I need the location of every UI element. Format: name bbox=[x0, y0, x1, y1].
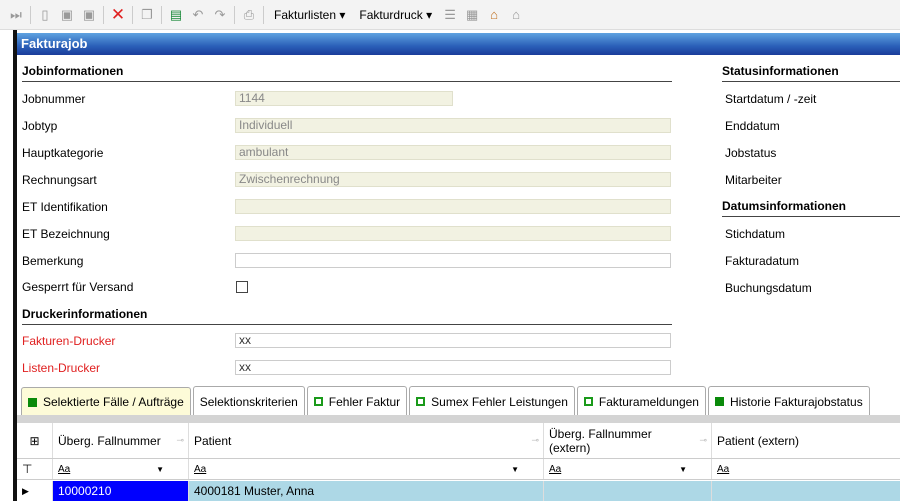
field-input[interactable]: 1144 bbox=[235, 91, 453, 106]
date-buchungsdatum: Buchungsdatum bbox=[725, 281, 812, 295]
filter-icon[interactable]: ⊤ bbox=[17, 459, 53, 479]
toolbar: ⏭ ▯ ▣ ▣ ✕ ❐ ▤ ↶ ↷ ⎙ Fakturlisten ▾ Faktu… bbox=[0, 0, 900, 30]
status-square-icon bbox=[714, 397, 724, 406]
status-square-icon bbox=[583, 397, 593, 406]
tab-2[interactable]: Fehler Faktur bbox=[306, 386, 408, 416]
tab-label: Sumex Fehler Leistungen bbox=[431, 394, 568, 409]
column-header-fallnummer-extern[interactable]: Überg. Fallnummer (extern) ⊸ bbox=[544, 423, 712, 458]
tab-5[interactable]: Historie Fakturajobstatus bbox=[707, 386, 870, 416]
status-heading: Statusinformationen bbox=[722, 64, 900, 82]
printer-heading: Druckerinformationen bbox=[22, 307, 672, 325]
status-square-icon bbox=[416, 397, 426, 406]
home-icon[interactable]: ⌂ bbox=[486, 7, 502, 23]
grid-header: ⊞ Überg. Fallnummer ⊸ Patient ⊸ Überg. Fal… bbox=[17, 423, 900, 459]
field-label: ET Bezeichnung bbox=[22, 227, 110, 241]
status-jobstatus: Jobstatus bbox=[725, 146, 777, 160]
filter-patient[interactable]: Aa ▼ bbox=[189, 459, 544, 479]
status-employee: Mitarbeiter bbox=[725, 173, 782, 187]
cell-patient[interactable]: 4000181 Muster, Anna bbox=[189, 481, 544, 501]
grid-toolbar bbox=[17, 415, 900, 423]
column-chooser-icon[interactable]: ⊞ bbox=[17, 423, 53, 458]
locked-checkbox[interactable] bbox=[236, 281, 248, 293]
invoice-printer-input[interactable]: xx bbox=[235, 333, 671, 348]
tab-label: Historie Fakturajobstatus bbox=[729, 394, 863, 409]
date-fakturadatum: Fakturadatum bbox=[725, 254, 800, 268]
column-header-patient[interactable]: Patient ⊸ bbox=[189, 423, 544, 458]
field-label: Hauptkategorie bbox=[22, 146, 104, 160]
status-start: Startdatum / -zeit bbox=[725, 92, 817, 106]
tab-3[interactable]: Sumex Fehler Leistungen bbox=[409, 386, 575, 416]
filter-fallnummer[interactable]: Aa ▼ bbox=[53, 459, 189, 479]
field-label: Bemerkung bbox=[22, 254, 84, 268]
field-input[interactable] bbox=[235, 226, 671, 241]
list-icon[interactable]: ☰ bbox=[442, 7, 458, 23]
field-input[interactable]: Zwischenrechnung bbox=[235, 172, 671, 187]
locked-label: Gesperrt für Versand bbox=[22, 280, 134, 294]
field-label: ET Identifikation bbox=[22, 200, 108, 214]
job-heading: Jobinformationen bbox=[22, 64, 672, 82]
page-title: Fakturajob bbox=[17, 33, 900, 55]
tab-0[interactable]: Selektierte Fälle / Aufträge bbox=[21, 387, 191, 416]
tab-label: Fehler Faktur bbox=[328, 394, 401, 409]
save-all-icon[interactable]: ▣ bbox=[81, 7, 97, 23]
dates-heading: Datumsinformationen bbox=[722, 199, 900, 217]
cell-fallnummer[interactable]: 10000210 bbox=[53, 481, 189, 501]
row-indicator-icon: ▶ bbox=[17, 481, 53, 501]
tab-1[interactable]: Selektionskriterien bbox=[192, 386, 305, 416]
new-document-icon[interactable]: ▯ bbox=[37, 7, 53, 23]
preview-icon[interactable]: ⎙ bbox=[241, 7, 257, 23]
undo-icon[interactable]: ↶ bbox=[190, 7, 206, 23]
field-input[interactable]: Individuell bbox=[235, 118, 671, 133]
field-input[interactable]: ambulant bbox=[235, 145, 671, 160]
delete-icon[interactable]: ✕ bbox=[110, 5, 126, 24]
table-row[interactable]: ▶ 10000210 4000181 Muster, Anna bbox=[17, 481, 900, 501]
list-printer-input[interactable]: xx bbox=[235, 360, 671, 375]
list-printer-label: Listen-Drucker bbox=[22, 361, 101, 375]
status-square-icon bbox=[313, 397, 323, 406]
menu-fakturdruck[interactable]: Fakturdruck ▾ bbox=[355, 8, 436, 22]
invoice-printer-label: Fakturen-Drucker bbox=[22, 334, 116, 348]
tab-label: Fakturameldungen bbox=[598, 394, 699, 409]
field-label: Jobnummer bbox=[22, 92, 86, 106]
last-record-icon[interactable]: ⏭ bbox=[8, 7, 24, 23]
filter-row: ⊤ Aa ▼ Aa ▼ Aa ▼ Aa bbox=[17, 459, 900, 480]
field-input[interactable] bbox=[235, 253, 671, 268]
copy-icon[interactable]: ❐ bbox=[139, 7, 155, 23]
window-icon[interactable]: ▦ bbox=[464, 7, 480, 23]
column-header-fallnummer[interactable]: Überg. Fallnummer ⊸ bbox=[53, 423, 189, 458]
tab-label: Selektierte Fälle / Aufträge bbox=[43, 395, 184, 409]
field-input[interactable] bbox=[235, 199, 671, 214]
tab-bar: Selektierte Fälle / Aufträge Selektionskr… bbox=[17, 385, 870, 416]
status-square-icon bbox=[28, 397, 37, 407]
field-label: Rechnungsart bbox=[22, 173, 97, 187]
tab-label: Selektionskriterien bbox=[199, 394, 298, 409]
tab-4[interactable]: Fakturameldungen bbox=[576, 386, 706, 416]
home-disabled-icon[interactable]: ⌂ bbox=[508, 7, 524, 23]
cell-patient-extern[interactable] bbox=[712, 481, 900, 501]
menu-fakturlisten[interactable]: Fakturlisten ▾ bbox=[270, 8, 349, 22]
filter-fallnummer-extern[interactable]: Aa ▼ bbox=[544, 459, 712, 479]
column-header-patient-extern[interactable]: Patient (extern) bbox=[712, 423, 900, 458]
save-icon[interactable]: ▣ bbox=[59, 7, 75, 23]
filter-patient-extern[interactable]: Aa bbox=[712, 459, 900, 479]
redo-icon[interactable]: ↷ bbox=[212, 7, 228, 23]
status-end: Enddatum bbox=[725, 119, 780, 133]
field-label: Jobtyp bbox=[22, 119, 58, 133]
date-stichdatum: Stichdatum bbox=[725, 227, 786, 241]
cell-fallnummer-extern[interactable] bbox=[544, 481, 712, 501]
excel-icon[interactable]: ▤ bbox=[168, 7, 184, 23]
